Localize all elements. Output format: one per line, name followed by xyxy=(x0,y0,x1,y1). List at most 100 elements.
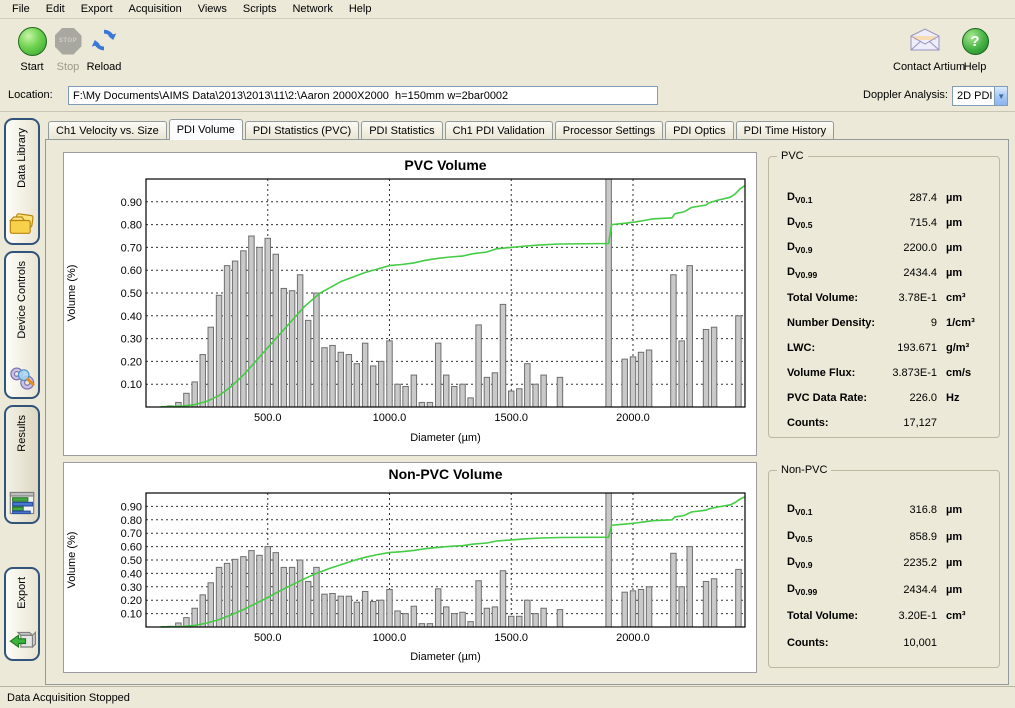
tab-pdi-volume[interactable]: PDI Volume xyxy=(169,119,243,140)
stat-unit: Hz xyxy=(937,392,989,404)
svg-text:1500.0: 1500.0 xyxy=(494,412,528,424)
reload-button[interactable]: Reload xyxy=(72,24,136,73)
tab-pdi-statistics-pvc[interactable]: PDI Statistics (PVC) xyxy=(245,121,359,140)
stat-value: 858.9 xyxy=(812,531,937,543)
svg-text:0.40: 0.40 xyxy=(121,568,142,580)
stat-unit: µm xyxy=(937,217,989,229)
status-bar: Data Acquisition Stopped xyxy=(0,686,1015,708)
stat-unit: cm³ xyxy=(937,292,989,304)
svg-text:Volume (%): Volume (%) xyxy=(66,265,78,322)
svg-text:0.10: 0.10 xyxy=(121,609,142,621)
sidebar-item-results[interactable]: Results xyxy=(4,405,40,524)
contact-artium-label: Contact Artium xyxy=(893,61,957,73)
stat-row: DV0.92235.2µm xyxy=(769,550,999,577)
folder-icon xyxy=(8,210,36,238)
location-label: Location: xyxy=(8,89,53,101)
svg-text:0.20: 0.20 xyxy=(121,595,142,607)
stat-label: Volume Flux: xyxy=(787,367,855,379)
tab-pdi-time-history[interactable]: PDI Time History xyxy=(736,121,835,140)
menu-item-file[interactable]: File xyxy=(4,1,38,17)
tab-ch1-pdi-validation[interactable]: Ch1 PDI Validation xyxy=(445,121,553,140)
stat-unit: µm xyxy=(937,267,989,279)
tab-bar: Ch1 Velocity vs. SizePDI VolumePDI Stati… xyxy=(48,119,836,140)
sidebar-item-export[interactable]: Export xyxy=(4,567,40,661)
location-row: Location: Doppler Analysis: 2D PDI ▼ xyxy=(0,81,1015,112)
chevron-down-icon[interactable]: ▼ xyxy=(994,87,1007,105)
sidebar-item-data-library[interactable]: Data Library xyxy=(4,118,40,245)
results-chart-icon xyxy=(8,489,36,517)
svg-text:0.90: 0.90 xyxy=(121,501,142,513)
sidebar-item-label: Results xyxy=(16,415,28,452)
stat-row: Total Volume:3.20E-1cm³ xyxy=(769,603,999,630)
stat-unit: µm xyxy=(937,242,989,254)
stat-unit: cm/s xyxy=(937,367,989,379)
stat-label: DV0.99 xyxy=(787,583,817,597)
stat-label: Counts: xyxy=(787,637,829,649)
pvc-stats-groupbox: PVC DV0.1287.4µmDV0.5715.4µmDV0.92200.0µ… xyxy=(768,156,1000,438)
svg-text:0.20: 0.20 xyxy=(121,356,142,368)
svg-text:0.90: 0.90 xyxy=(121,197,142,209)
stat-value: 316.8 xyxy=(812,504,937,516)
stat-row: DV0.992434.4µm xyxy=(769,260,999,285)
doppler-analysis-label: Doppler Analysis: xyxy=(863,89,948,101)
stat-label: LWC: xyxy=(787,342,815,354)
stat-label: DV0.99 xyxy=(787,266,817,280)
menu-item-scripts[interactable]: Scripts xyxy=(235,1,285,17)
help-label: Help xyxy=(953,61,997,73)
svg-text:500.0: 500.0 xyxy=(254,412,282,424)
tab-pdi-statistics[interactable]: PDI Statistics xyxy=(361,121,442,140)
stat-value: 715.4 xyxy=(812,217,937,229)
pvc-volume-chart-panel: 0.100.200.300.400.500.600.700.800.90500.… xyxy=(63,152,757,456)
stat-label: Total Volume: xyxy=(787,610,858,622)
menu-item-views[interactable]: Views xyxy=(190,1,235,17)
tab-pdi-optics[interactable]: PDI Optics xyxy=(665,121,734,140)
stat-unit: g/m³ xyxy=(937,342,989,354)
stat-row: LWC:193.671g/m³ xyxy=(769,335,999,360)
svg-text:1000.0: 1000.0 xyxy=(373,412,407,424)
menu-item-export[interactable]: Export xyxy=(73,1,121,17)
tab-ch1-velocity-vs-size[interactable]: Ch1 Velocity vs. Size xyxy=(48,121,167,140)
pvc-volume-chart: 0.100.200.300.400.500.600.700.800.90500.… xyxy=(64,153,756,455)
non-pvc-stats-groupbox: Non-PVC DV0.1316.8µmDV0.5858.9µmDV0.9223… xyxy=(768,470,1000,668)
stat-row: DV0.5858.9µm xyxy=(769,524,999,551)
svg-text:0.50: 0.50 xyxy=(121,555,142,567)
svg-text:500.0: 500.0 xyxy=(254,632,282,644)
stat-unit: µm xyxy=(937,584,989,596)
doppler-analysis-dropdown[interactable]: 2D PDI ▼ xyxy=(952,86,1008,106)
menu-item-help[interactable]: Help xyxy=(341,1,380,17)
doppler-analysis-value: 2D PDI xyxy=(953,87,994,105)
stat-value: 2235.2 xyxy=(812,557,937,569)
envelope-icon xyxy=(908,27,942,56)
svg-text:0.10: 0.10 xyxy=(121,379,142,391)
menu-item-network[interactable]: Network xyxy=(284,1,340,17)
stat-unit: µm xyxy=(937,557,989,569)
stat-unit: µm xyxy=(937,504,989,516)
stat-label: DV0.1 xyxy=(787,503,812,517)
svg-text:0.60: 0.60 xyxy=(121,265,142,277)
stat-label: PVC Data Rate: xyxy=(787,392,867,404)
pvc-stats-title: PVC xyxy=(777,150,808,162)
svg-text:0.80: 0.80 xyxy=(121,220,142,232)
svg-text:0.30: 0.30 xyxy=(121,582,142,594)
stat-label: Total Volume: xyxy=(787,292,858,304)
stat-value: 2434.4 xyxy=(817,584,937,596)
location-input[interactable] xyxy=(68,86,658,105)
sidebar-item-device-controls[interactable]: Device Controls xyxy=(4,251,40,399)
menu-item-acquisition[interactable]: Acquisition xyxy=(121,1,190,17)
export-icon xyxy=(8,626,36,654)
svg-text:0.80: 0.80 xyxy=(121,515,142,527)
svg-text:0.70: 0.70 xyxy=(121,242,142,254)
stat-value: 2200.0 xyxy=(812,242,937,254)
non-pvc-volume-chart: 0.100.200.300.400.500.600.700.800.90500.… xyxy=(64,463,756,672)
svg-text:0.60: 0.60 xyxy=(121,542,142,554)
svg-text:2000.0: 2000.0 xyxy=(616,632,650,644)
help-button[interactable]: ? Help xyxy=(953,24,997,73)
reload-label: Reload xyxy=(72,61,136,73)
menu-item-edit[interactable]: Edit xyxy=(38,1,73,17)
stat-value: 193.671 xyxy=(815,342,937,354)
tab-processor-settings[interactable]: Processor Settings xyxy=(555,121,663,140)
contact-artium-button[interactable]: Contact Artium xyxy=(893,24,957,73)
sidebar-item-label: Export xyxy=(16,577,28,609)
stat-value: 10,001 xyxy=(829,637,937,649)
stat-label: DV0.5 xyxy=(787,530,812,544)
